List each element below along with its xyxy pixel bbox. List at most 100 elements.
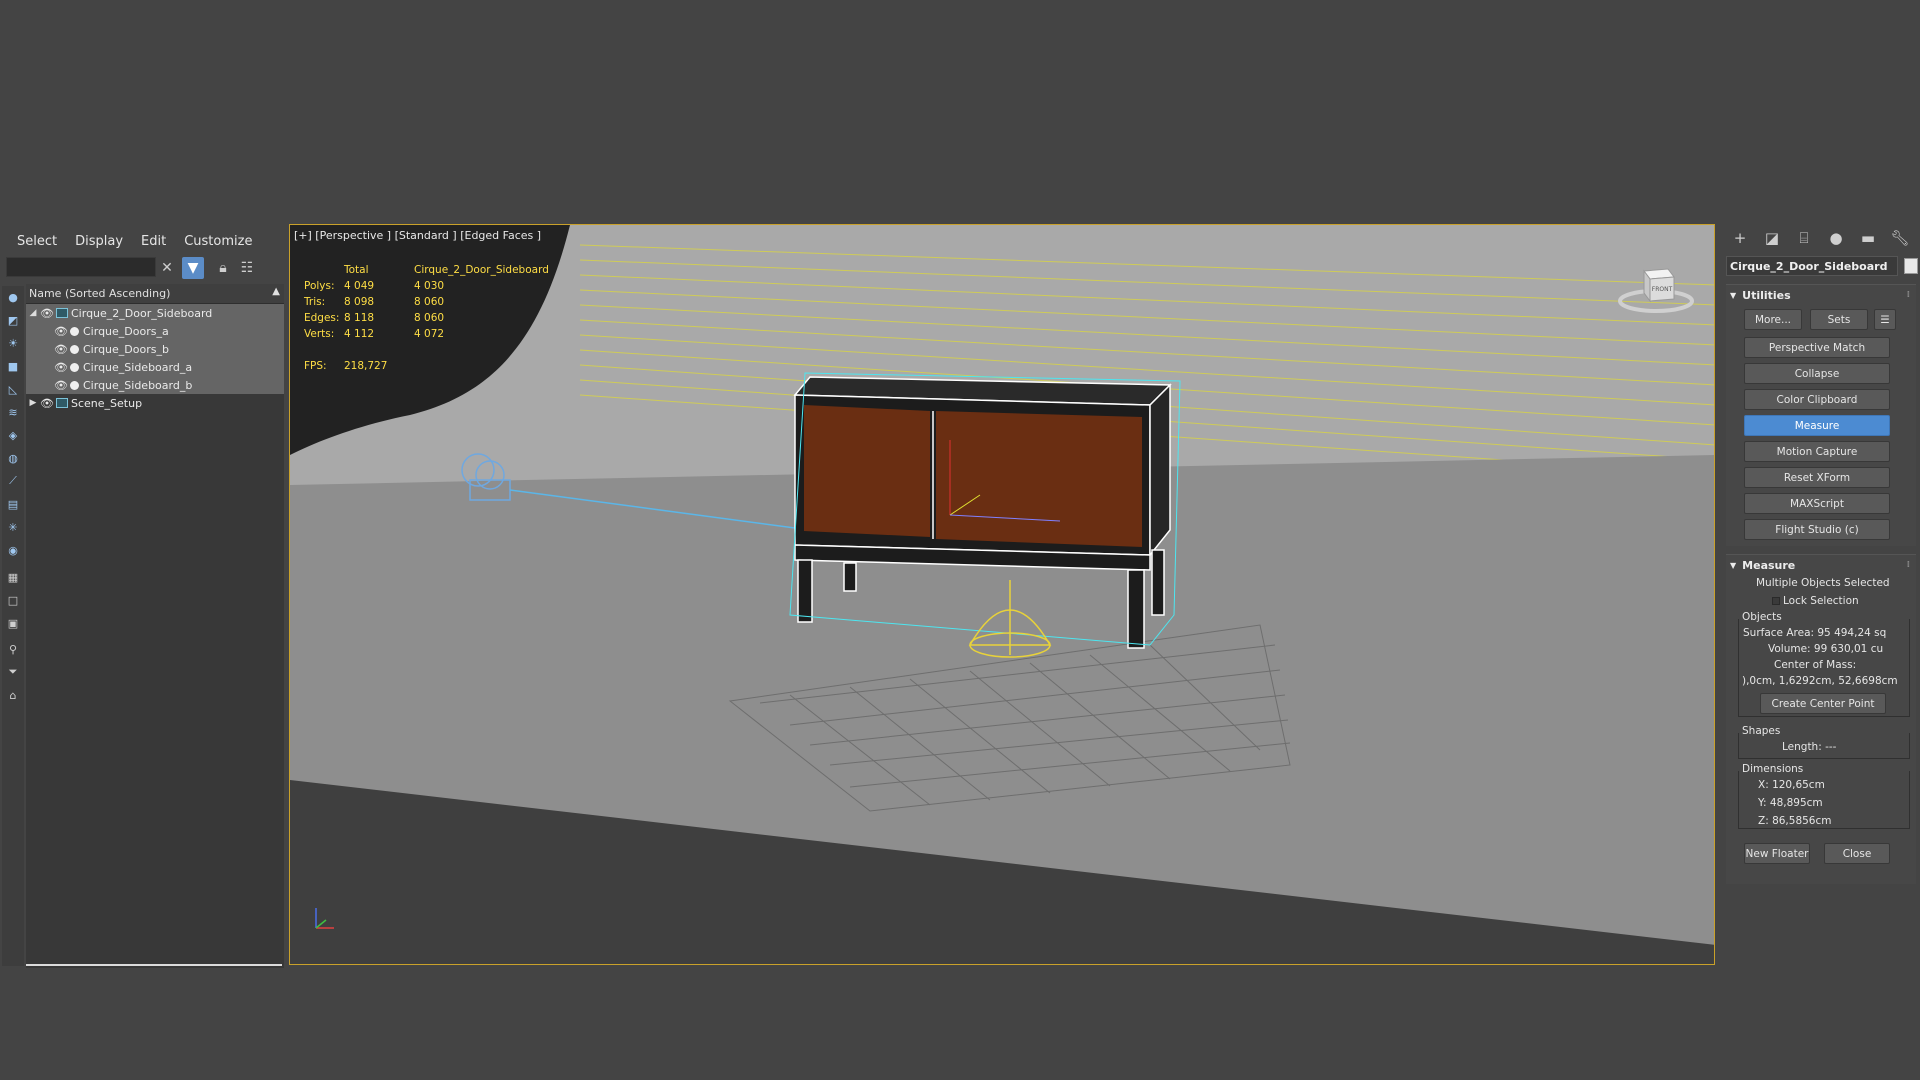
length-value: Length: --- <box>1782 741 1837 753</box>
stats-label: Polys: <box>304 280 335 292</box>
stats-object: 4 072 <box>414 328 445 340</box>
shapes-group-title: Shapes <box>1742 725 1781 737</box>
display-all-icon[interactable]: ▦ <box>4 568 22 586</box>
menu-display[interactable]: Display <box>66 234 132 249</box>
stats-total-header: Total <box>344 264 369 276</box>
containers-filter-icon[interactable]: ▤ <box>4 495 22 513</box>
dimension-z: Z: 86,5856cm <box>1758 815 1832 827</box>
tree-row[interactable]: 👁︎ Cirque_Doors_a <box>26 322 284 340</box>
perspective-viewport[interactable]: [+] [Perspective ] [Standard ] [Edged Fa… <box>289 224 1715 965</box>
groups-filter-icon[interactable]: ◈ <box>4 426 22 444</box>
tree-row-label: Cirque_Sideboard_a <box>83 360 193 374</box>
geometry-filter-icon[interactable]: ● <box>4 288 22 306</box>
collapse-button[interactable]: Collapse <box>1744 363 1890 384</box>
command-panel-tabs: + ◪ ⌸ ● ▬ 🔧︎ <box>1722 226 1920 250</box>
lock-selection-checkbox[interactable] <box>1772 597 1780 605</box>
group-icon <box>56 308 68 318</box>
perspective-match-button[interactable]: Perspective Match <box>1744 337 1890 358</box>
expand-arrow-icon[interactable]: ▶ <box>26 398 40 408</box>
bones-filter-icon[interactable]: ⟋ <box>4 472 22 490</box>
cameras-filter-icon[interactable]: ■ <box>4 357 22 375</box>
visibility-eye-icon[interactable]: 👁︎ <box>54 361 68 374</box>
viewcube[interactable]: FRONT <box>1616 261 1696 317</box>
motion-tab-icon[interactable]: ● <box>1824 227 1848 249</box>
hidden-filter-icon[interactable]: ◉ <box>4 541 22 559</box>
funnel-icon[interactable]: ⏷ <box>4 663 22 681</box>
collapse-arrow-icon: ▼ <box>1730 290 1737 300</box>
tree-row-label: Scene_Setup <box>71 396 143 410</box>
object-icon <box>70 326 79 336</box>
modify-tab-icon[interactable]: ◪ <box>1760 227 1784 249</box>
invert-display-icon[interactable]: ▣ <box>4 614 22 632</box>
dimensions-group-title: Dimensions <box>1742 763 1804 775</box>
clear-search-icon[interactable]: ✕ <box>156 257 178 279</box>
center-of-mass-label: Center of Mass: <box>1774 659 1857 671</box>
collapse-arrow-icon[interactable]: ◢ <box>26 308 40 318</box>
helpers-filter-icon[interactable]: ◺ <box>4 380 22 398</box>
spacewarps-filter-icon[interactable]: ≋ <box>4 403 22 421</box>
lights-filter-icon[interactable]: ☀ <box>4 334 22 352</box>
measure-rollout-header[interactable]: ▼ Measure ⁞ <box>1726 555 1916 575</box>
menu-customize[interactable]: Customize <box>175 234 261 249</box>
object-icon <box>70 344 79 354</box>
explorer-search-input[interactable] <box>6 257 156 277</box>
visibility-eye-icon[interactable]: 👁︎ <box>54 343 68 356</box>
configure-sets-icon[interactable]: ☰ <box>1874 309 1896 330</box>
tree-row[interactable]: 👁︎ Cirque_Sideboard_a <box>26 358 284 376</box>
filter-settings-icon[interactable]: ⚲ <box>4 640 22 658</box>
close-button[interactable]: Close <box>1824 843 1890 864</box>
menu-select[interactable]: Select <box>8 234 66 249</box>
particles-filter-icon[interactable]: ✳ <box>4 518 22 536</box>
tree-column-header[interactable]: Name (Sorted Ascending) ▲ <box>26 284 284 304</box>
utilities-rollout-header[interactable]: ▼ Utilities ⁞ <box>1726 285 1916 305</box>
viewport-label-menu[interactable]: [+] [Perspective ] [Standard ] [Edged Fa… <box>294 229 541 242</box>
stats-fps-row: FPS: 218,727 <box>304 358 549 374</box>
shapes-filter-icon[interactable]: ◩ <box>4 311 22 329</box>
column-header-label: Name (Sorted Ascending) <box>29 287 171 300</box>
stats-object: 4 030 <box>414 280 445 292</box>
tree-row[interactable]: ▶ 👁︎ Scene_Setup <box>26 394 284 412</box>
visibility-eye-icon[interactable]: 👁︎ <box>54 325 68 338</box>
new-floater-button[interactable]: New Floater <box>1744 843 1810 864</box>
create-center-point-button[interactable]: Create Center Point <box>1760 693 1886 714</box>
utilities-tab-icon[interactable]: 🔧︎ <box>1888 227 1912 249</box>
tree-row[interactable]: 👁︎ Cirque_Doors_b <box>26 340 284 358</box>
xrefs-filter-icon[interactable]: ◍ <box>4 449 22 467</box>
reset-xform-button[interactable]: Reset XForm <box>1744 467 1890 488</box>
explorer-menubar: Select Display Edit Customize <box>0 226 284 256</box>
tree-row-label: Cirque_Doors_b <box>83 342 169 356</box>
command-panel: + ◪ ⌸ ● ▬ 🔧︎ Cirque_2_Door_Sideboard ▼ U… <box>1722 226 1920 968</box>
menu-edit[interactable]: Edit <box>132 234 175 249</box>
maxscript-button[interactable]: MAXScript <box>1744 493 1890 514</box>
display-none-icon[interactable]: □ <box>4 591 22 609</box>
tree-row[interactable]: 👁︎ Cirque_Sideboard_b <box>26 376 284 394</box>
layer-icon[interactable]: ⌂ <box>4 686 22 704</box>
display-tab-icon[interactable]: ▬ <box>1856 227 1880 249</box>
stats-total: 4 112 <box>344 328 375 340</box>
measure-button[interactable]: Measure <box>1744 415 1890 436</box>
stats-total: 4 049 <box>344 280 375 292</box>
create-tab-icon[interactable]: + <box>1728 227 1752 249</box>
stats-total: 8 118 <box>344 312 375 324</box>
tree-row[interactable]: ◢ 👁︎ Cirque_2_Door_Sideboard <box>26 304 284 322</box>
color-clipboard-button[interactable]: Color Clipboard <box>1744 389 1890 410</box>
tree-row-label: Cirque_2_Door_Sideboard <box>71 306 213 320</box>
motion-capture-button[interactable]: Motion Capture <box>1744 441 1890 462</box>
more-button[interactable]: More... <box>1744 309 1802 330</box>
flight-studio-button[interactable]: Flight Studio (c) <box>1744 519 1890 540</box>
measure-rollout: ▼ Measure ⁞ Multiple Objects Selected Lo… <box>1726 554 1916 884</box>
horizontal-scrollbar[interactable] <box>26 964 282 966</box>
sort-ascending-icon: ▲ <box>272 286 280 297</box>
lock-icon[interactable]: 🔒︎ <box>212 257 234 279</box>
filter-icon[interactable]: ▼ <box>182 257 204 279</box>
fps-value: 218,727 <box>344 360 388 372</box>
hierarchy-icon[interactable]: ☷ <box>236 257 258 279</box>
object-name-field[interactable]: Cirque_2_Door_Sideboard <box>1726 256 1898 276</box>
object-color-swatch[interactable] <box>1904 258 1918 274</box>
hierarchy-tab-icon[interactable]: ⌸ <box>1792 227 1816 249</box>
visibility-eye-icon[interactable]: 👁︎ <box>54 379 68 392</box>
sets-button[interactable]: Sets <box>1810 309 1868 330</box>
visibility-eye-icon[interactable]: 👁︎ <box>40 307 54 320</box>
center-of-mass-value: ),0cm, 1,6292cm, 52,6698cm <box>1742 675 1898 687</box>
visibility-eye-icon[interactable]: 👁︎ <box>40 397 54 410</box>
